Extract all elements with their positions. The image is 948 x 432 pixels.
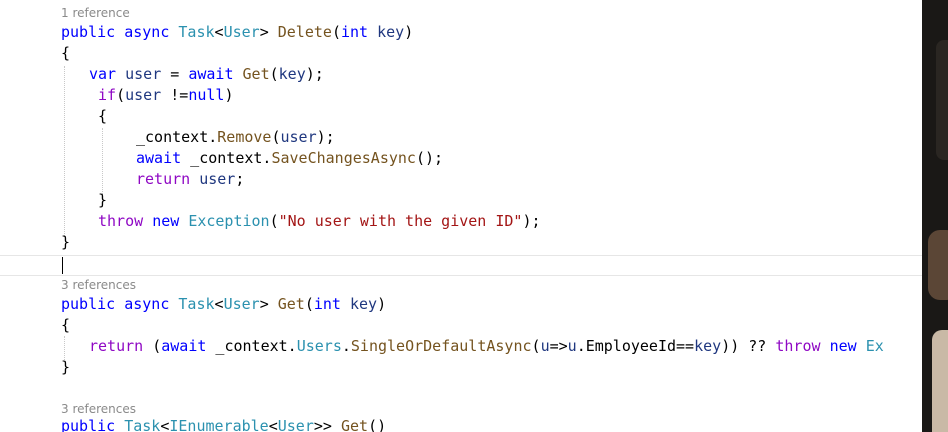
photo-shadow — [936, 40, 948, 160]
code-line-method-signature: public Task<IEnumerable<User>> Get() — [61, 417, 387, 432]
indent-guide — [64, 66, 65, 236]
code-editor[interactable]: 1 reference public async Task<User> Dele… — [0, 0, 922, 432]
code-line-close-brace: } — [61, 233, 71, 251]
code-line-close-brace: } — [61, 358, 71, 376]
code-lens-references[interactable]: 3 references — [61, 277, 136, 293]
code-line-open-brace: { — [98, 107, 108, 125]
indent-guide — [102, 128, 103, 198]
code-line-close-brace: } — [98, 191, 108, 209]
code-line-var-user: var user = await Get(key); — [89, 65, 324, 83]
text-caret — [62, 257, 63, 274]
photo-object — [932, 330, 948, 432]
code-line-return-user: return user; — [136, 170, 245, 188]
code-line-if: if(user !=null) — [98, 86, 234, 104]
code-line-save-changes: await _context.SaveChangesAsync(); — [136, 149, 444, 167]
code-line-method-signature: public async Task<User> Delete(int key) — [61, 23, 414, 41]
webcam-overlay — [922, 0, 948, 432]
code-line-return-single: return (await _context.Users.SingleOrDef… — [89, 337, 884, 355]
photo-object — [928, 230, 948, 300]
code-line-open-brace: { — [61, 44, 71, 62]
code-lens-references[interactable]: 3 references — [61, 401, 136, 417]
current-line-highlight — [0, 255, 922, 276]
code-line-remove: _context.Remove(user); — [136, 128, 335, 146]
code-line-method-signature: public async Task<User> Get(int key) — [61, 295, 387, 313]
code-lens-references[interactable]: 1 reference — [61, 5, 130, 21]
code-line-throw: throw new Exception("No user with the gi… — [98, 212, 541, 230]
code-line-open-brace: { — [61, 316, 71, 334]
